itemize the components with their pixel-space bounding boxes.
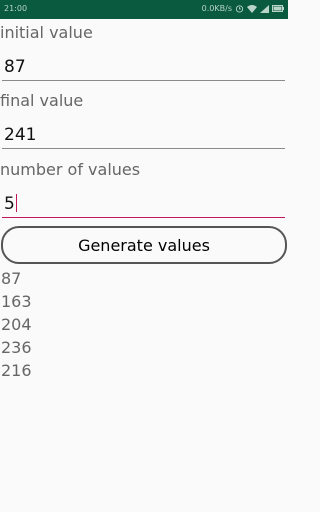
number-of-values-text: 5 (4, 194, 15, 214)
result-item: 236 (1, 338, 32, 357)
wifi-icon (247, 4, 257, 13)
result-item: 163 (1, 292, 32, 311)
initial-value-input[interactable]: 87 (4, 56, 26, 78)
result-item: 204 (1, 315, 32, 334)
battery-icon (272, 5, 284, 12)
final-value-label: final value (0, 91, 84, 110)
final-value-input[interactable]: 241 (4, 124, 36, 146)
text-cursor (15, 194, 17, 212)
initial-value-label: initial value (0, 23, 93, 42)
result-item: 87 (1, 269, 22, 288)
generate-values-button[interactable]: Generate values (1, 226, 287, 264)
status-time: 21:00 (4, 4, 28, 13)
result-item: 216 (1, 361, 32, 380)
signal-icon (260, 4, 269, 13)
initial-value-field[interactable]: 87 (2, 54, 285, 81)
number-of-values-field[interactable]: 5 (2, 191, 285, 218)
final-value-field[interactable]: 241 (2, 122, 285, 149)
network-speed: 0.0KB/s (201, 4, 232, 13)
status-icons: 0.0KB/s (202, 4, 284, 13)
number-of-values-label: number of values (0, 160, 141, 179)
status-bar: 21:00 0.0KB/s (0, 0, 288, 19)
results-list: 87 163 204 236 216 (1, 267, 32, 382)
number-of-values-input[interactable]: 5 (4, 193, 17, 215)
alarm-icon (235, 4, 244, 13)
